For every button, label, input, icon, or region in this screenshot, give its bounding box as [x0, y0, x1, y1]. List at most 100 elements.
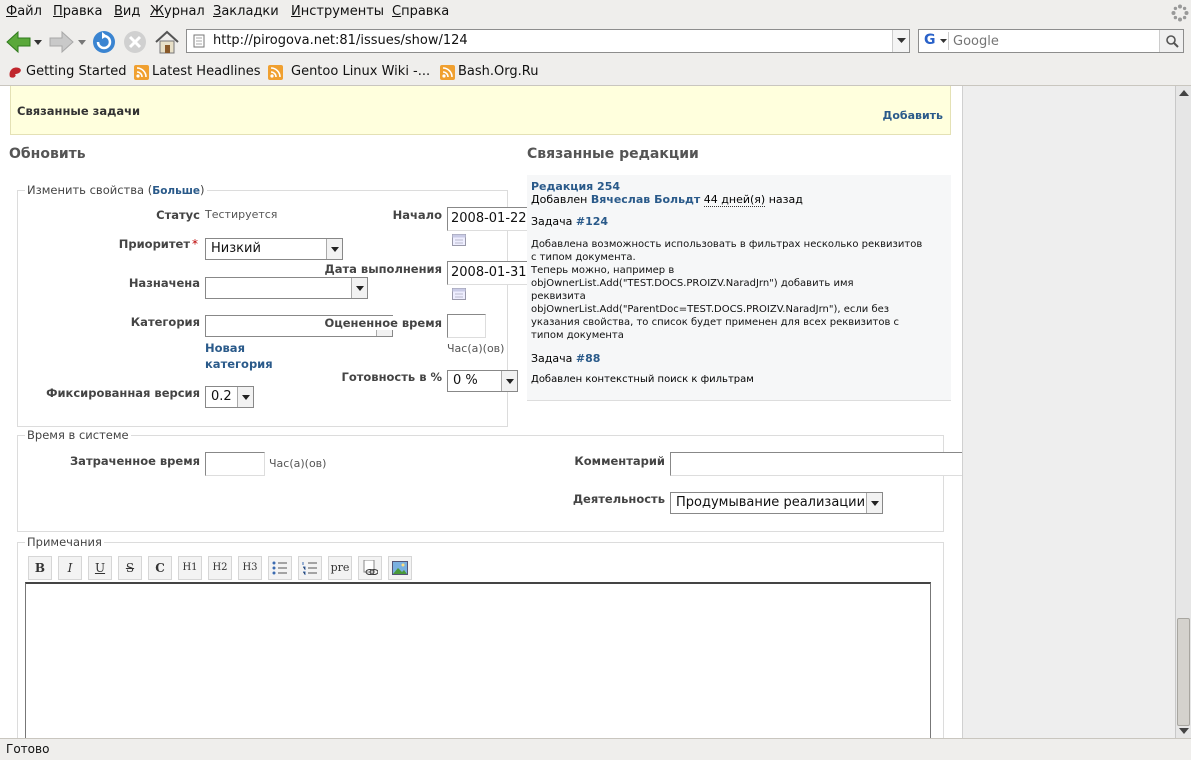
bookmark-latest-headlines[interactable]: Latest Headlines [152, 64, 261, 79]
start-date-input[interactable]: 2008-01-22 [447, 207, 533, 231]
new-category-link[interactable]: Новая [205, 341, 245, 355]
menu-bookmarks[interactable]: Закладки [213, 4, 279, 19]
search-input[interactable] [953, 32, 1153, 50]
status-value: Тестируется [205, 208, 278, 221]
page-icon [193, 34, 205, 48]
scrollbar-thumb[interactable] [1177, 618, 1190, 726]
vertical-scrollbar[interactable] [1175, 86, 1191, 738]
menu-help[interactable]: Справка [392, 4, 449, 19]
calendar-icon[interactable] [452, 288, 466, 300]
due-date-input[interactable]: 2008-01-31 [447, 261, 533, 285]
new-category-link-2[interactable]: категория [205, 357, 273, 371]
bold-button[interactable]: B [28, 556, 52, 580]
revision-message-2: Добавлен контекстный поиск к фильтрам [531, 374, 754, 385]
search-bar[interactable]: G [918, 29, 1184, 53]
spent-time-input[interactable] [205, 452, 265, 476]
start-date-label: Начало [392, 208, 442, 222]
related-issues-box: Связанные задачи Добавить [10, 86, 951, 135]
url-bar[interactable]: http://pirogova.net:81/issues/show/124 [186, 29, 910, 53]
italic-button[interactable]: I [58, 556, 82, 580]
heading3-button[interactable]: H3 [238, 556, 262, 580]
strike-button[interactable]: S [118, 556, 142, 580]
revision-message: Добавлена возможность использовать в фил… [531, 238, 951, 342]
chevron-down-icon [501, 371, 517, 391]
revision-task2-link[interactable]: #88 [576, 352, 601, 365]
done-ratio-label: Готовность в % [341, 370, 442, 384]
image-button[interactable] [388, 556, 412, 580]
menu-history[interactable]: Журнал [150, 4, 205, 19]
due-date-label: Дата выполнения [324, 262, 442, 276]
priority-select[interactable]: Низкий [205, 238, 343, 260]
heading1-button[interactable]: H1 [178, 556, 202, 580]
throbber-icon [1171, 4, 1189, 22]
back-history-icon[interactable] [34, 40, 42, 46]
menu-bar: Файл Правка Вид Журнал Закладки Инструме… [0, 0, 1191, 24]
heading2-button[interactable]: H2 [208, 556, 232, 580]
bookmark-gentoo-wiki[interactable]: Gentoo Linux Wiki -... [291, 64, 430, 79]
notes-textarea[interactable] [25, 582, 931, 738]
add-related-link[interactable]: Добавить [883, 109, 943, 122]
reload-icon[interactable] [91, 29, 117, 55]
unordered-list-button[interactable] [268, 556, 292, 580]
comment-input[interactable] [670, 452, 968, 476]
spent-time-unit: Час(а)(ов) [269, 457, 327, 470]
forward-history-icon[interactable] [78, 40, 86, 46]
status-text: Готово [6, 742, 50, 756]
forward-icon[interactable] [48, 29, 76, 55]
assigned-label: Назначена [128, 276, 200, 290]
menu-view[interactable]: Вид [114, 4, 140, 19]
update-title: Обновить [9, 146, 86, 162]
revision-task: Задача #124 [531, 215, 608, 228]
navigation-toolbar: http://pirogova.net:81/issues/show/124 G [0, 24, 1191, 60]
ordered-list-button[interactable] [298, 556, 322, 580]
underline-button[interactable]: U [88, 556, 112, 580]
bookmark-getting-started[interactable]: Getting Started [26, 64, 127, 79]
spent-time-label: Затраченное время [70, 454, 200, 468]
start-date-value: 2008-01-22 [451, 211, 527, 226]
pre-button[interactable]: pre [328, 556, 352, 580]
version-value: 0.2 [211, 389, 232, 404]
bookmarks-toolbar: Getting Started Latest Headlines Gentoo … [0, 60, 1191, 86]
menu-file[interactable]: Файл [6, 4, 42, 19]
done-ratio-select[interactable]: 0 % [447, 370, 518, 392]
revision-author-link[interactable]: Вячеслав Больдт [591, 193, 700, 206]
back-icon[interactable] [4, 29, 32, 55]
stop-icon[interactable] [122, 29, 148, 55]
time-legend: Время в системе [25, 428, 131, 442]
calendar-icon[interactable] [452, 234, 466, 246]
revision-message-line: Теперь можно, например в [531, 265, 675, 276]
revision-task-link[interactable]: #124 [576, 215, 608, 228]
code-button[interactable]: C [148, 556, 172, 580]
scroll-up-icon[interactable] [1179, 89, 1189, 97]
properties-legend-close: ) [200, 183, 205, 197]
notes-legend: Примечания [25, 535, 104, 549]
url-dropdown-icon[interactable] [892, 30, 909, 52]
properties-legend: Изменить свойства (Больше) [25, 183, 207, 197]
category-label: Категория [130, 315, 200, 329]
revision-task-2: Задача #88 [531, 352, 600, 365]
related-issues-title: Связанные задачи [17, 104, 141, 118]
version-label: Фиксированная версия [46, 386, 200, 400]
url-text[interactable]: http://pirogova.net:81/issues/show/124 [213, 33, 468, 48]
menu-edit[interactable]: Правка [53, 4, 102, 19]
time-fieldset [17, 435, 944, 532]
page-side-background [962, 86, 1175, 738]
link-button[interactable] [358, 556, 382, 580]
properties-legend-text: Изменить свойства ( [27, 183, 153, 197]
activity-select[interactable]: Продумывание реализации [670, 492, 883, 514]
more-link[interactable]: Больше [152, 185, 200, 197]
home-icon[interactable] [153, 28, 181, 56]
menu-tools[interactable]: Инструменты [291, 4, 384, 19]
numbered-list-icon [302, 562, 317, 575]
due-date-value: 2008-01-31 [451, 265, 527, 280]
version-select[interactable]: 0.2 [205, 386, 254, 408]
revision-message-line: указания свойства, то список будет приме… [531, 317, 900, 328]
search-button[interactable] [1159, 30, 1183, 52]
assigned-select[interactable] [205, 277, 368, 299]
bookmark-bash-org[interactable]: Bash.Org.Ru [458, 64, 538, 79]
search-engine-button[interactable]: G [921, 32, 949, 50]
estimate-input[interactable] [447, 314, 486, 338]
scroll-down-icon[interactable] [1179, 727, 1189, 735]
revision-message-line: типом документа [531, 330, 624, 341]
revision-link[interactable]: Редакция 254 [531, 180, 620, 193]
